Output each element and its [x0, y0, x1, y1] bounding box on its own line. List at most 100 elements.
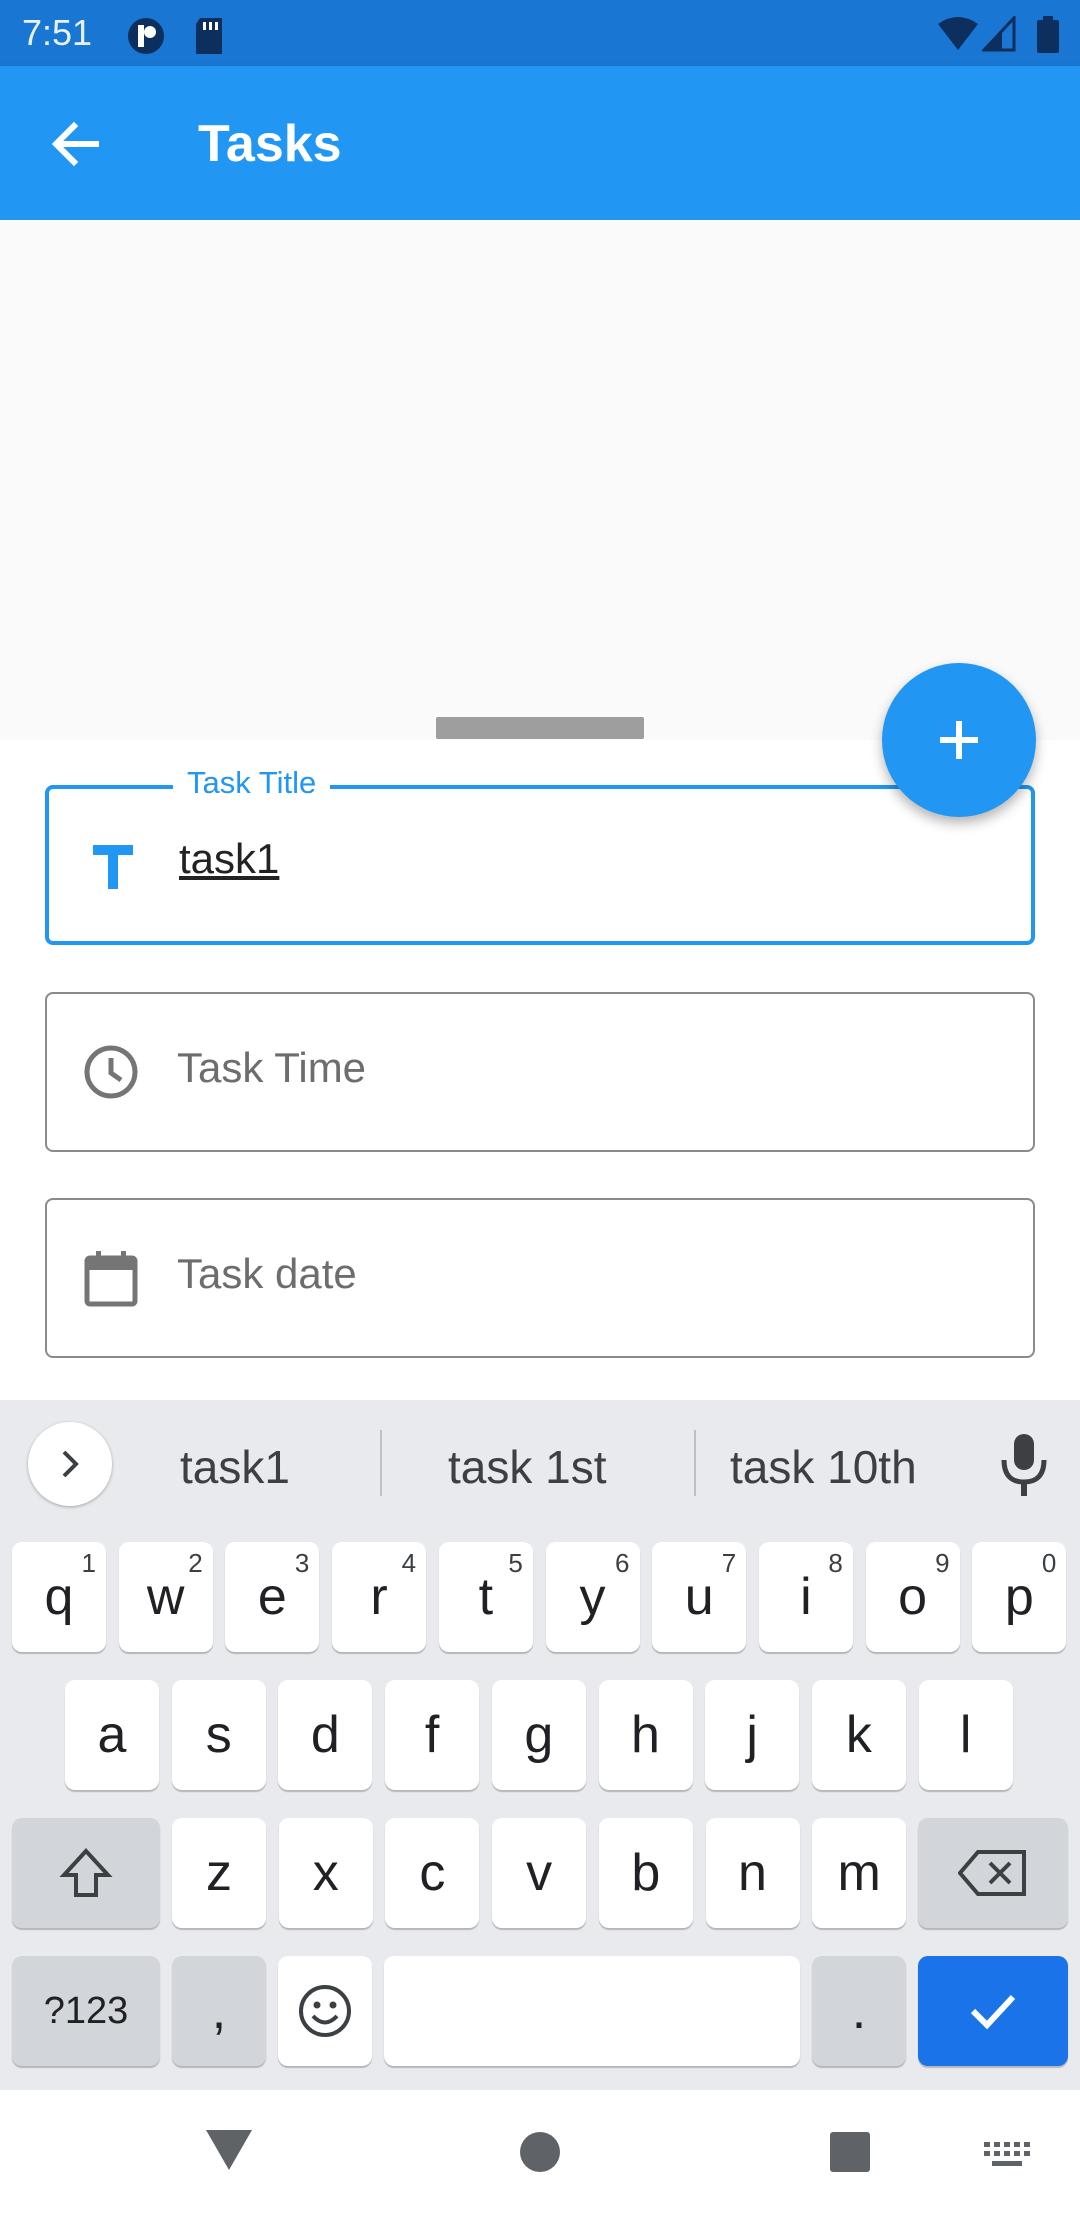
key-y[interactable]: y6: [545, 1542, 640, 1652]
key-g[interactable]: g: [491, 1680, 586, 1790]
key-c[interactable]: c: [385, 1818, 480, 1928]
key-o[interactable]: o9: [865, 1542, 960, 1652]
task-date-field[interactable]: Task date: [45, 1198, 1035, 1358]
add-task-button[interactable]: [882, 663, 1036, 817]
bottom-sheet: Task Title task1 Task Time Task date: [0, 740, 1080, 1400]
key-d[interactable]: d: [278, 1680, 373, 1790]
key-k[interactable]: k: [811, 1680, 906, 1790]
key-label: v: [526, 1844, 553, 1902]
done-key[interactable]: [918, 1956, 1068, 2066]
task-list-area: [0, 220, 1080, 740]
key-e[interactable]: e3: [225, 1542, 320, 1652]
key-label: z: [206, 1844, 232, 1902]
key-p[interactable]: p0: [972, 1542, 1067, 1652]
task-title-input[interactable]: task1: [179, 835, 279, 883]
wifi-icon: [936, 16, 980, 57]
check-icon: [970, 1994, 1016, 2030]
square-icon: [830, 2132, 870, 2172]
drag-handle[interactable]: [436, 717, 644, 739]
key-l[interactable]: l: [918, 1680, 1013, 1790]
task-time-input[interactable]: Task Time: [177, 1044, 366, 1092]
app-bar: Tasks: [0, 66, 1080, 220]
key-hint: 7: [721, 1548, 737, 1578]
key-t[interactable]: t5: [438, 1542, 533, 1652]
key-label: y: [579, 1568, 606, 1626]
key-x[interactable]: x: [278, 1818, 373, 1928]
key-label: c: [419, 1844, 446, 1902]
task-title-field[interactable]: Task Title task1: [45, 765, 1035, 945]
key-h[interactable]: h: [598, 1680, 693, 1790]
shift-key[interactable]: [12, 1818, 160, 1928]
suggestion-2[interactable]: task 1st: [448, 1440, 607, 1494]
emoji-key[interactable]: [278, 1956, 372, 2066]
recents-nav-button[interactable]: [828, 2130, 872, 2179]
plus-icon: [940, 721, 978, 759]
key-w[interactable]: w2: [118, 1542, 213, 1652]
key-f[interactable]: f: [385, 1680, 480, 1790]
key-s[interactable]: s: [171, 1680, 266, 1790]
key-z[interactable]: z: [172, 1818, 266, 1928]
key-j[interactable]: j: [705, 1680, 800, 1790]
key-label: g: [524, 1706, 554, 1764]
key-a[interactable]: a: [65, 1680, 159, 1790]
key-label: m: [837, 1844, 881, 1902]
key-hint: 1: [81, 1548, 96, 1578]
key-n[interactable]: n: [705, 1818, 800, 1928]
key-label: e: [257, 1568, 287, 1626]
comma-key[interactable]: ,: [172, 1956, 266, 2066]
sd-card-icon: [192, 16, 226, 61]
key-hint: 8: [828, 1548, 843, 1578]
microphone-button[interactable]: [994, 1430, 1054, 1500]
key-q[interactable]: q1: [12, 1542, 106, 1652]
system-nav-bar: [0, 2090, 1080, 2220]
key-label: o: [898, 1568, 928, 1626]
key-label: w: [146, 1568, 185, 1626]
key-label: a: [97, 1706, 127, 1764]
key-i[interactable]: i8: [758, 1542, 853, 1652]
space-key[interactable]: [384, 1956, 800, 2066]
key-label: l: [959, 1706, 972, 1764]
chevron-right-icon: [62, 1450, 79, 1478]
key-label: q: [44, 1568, 74, 1626]
suggestion-bar: task1 task 1st task 10th: [0, 1400, 1080, 1540]
key-label: d: [310, 1706, 340, 1764]
triangle-down-icon: [206, 2130, 252, 2170]
microphone-icon: [1001, 1434, 1047, 1496]
key-label: t: [478, 1568, 494, 1626]
key-label: u: [684, 1568, 714, 1626]
clock-icon: [81, 1042, 141, 1102]
key-label: s: [205, 1706, 232, 1764]
task-date-input[interactable]: Task date: [177, 1250, 357, 1298]
keyboard-switch-button[interactable]: [982, 2140, 1032, 2175]
key-m[interactable]: m: [812, 1818, 907, 1928]
key-hint: 3: [294, 1548, 310, 1578]
task-time-field[interactable]: Task Time: [45, 992, 1035, 1152]
key-hint: 5: [508, 1548, 523, 1578]
signal-icon: [980, 14, 1016, 57]
back-nav-button[interactable]: [204, 2128, 254, 2177]
home-nav-button[interactable]: [518, 2130, 562, 2179]
backspace-icon: [958, 1850, 1026, 1896]
key-u[interactable]: u7: [652, 1542, 747, 1652]
suggestion-1[interactable]: task1: [180, 1440, 290, 1494]
key-v[interactable]: v: [492, 1818, 587, 1928]
key-b[interactable]: b: [598, 1818, 693, 1928]
expand-toolbar-button[interactable]: [28, 1422, 112, 1506]
calendar-icon: [81, 1248, 141, 1308]
key-label: h: [631, 1706, 660, 1764]
suggestion-3[interactable]: task 10th: [730, 1440, 917, 1494]
period-key[interactable]: .: [812, 1956, 906, 2066]
title-icon: [83, 837, 143, 897]
back-button[interactable]: [36, 104, 116, 184]
divider: [694, 1430, 696, 1496]
key-hint: 9: [935, 1548, 950, 1578]
key-label: i: [800, 1568, 812, 1626]
notification-icon: [126, 16, 166, 61]
symbols-key[interactable]: ?123: [12, 1956, 160, 2066]
key-label: n: [738, 1844, 767, 1902]
key-hint: 6: [615, 1548, 630, 1578]
key-label: b: [631, 1844, 661, 1902]
key-r[interactable]: r4: [332, 1542, 427, 1652]
backspace-key[interactable]: [918, 1818, 1068, 1928]
page-title: Tasks: [198, 115, 342, 173]
